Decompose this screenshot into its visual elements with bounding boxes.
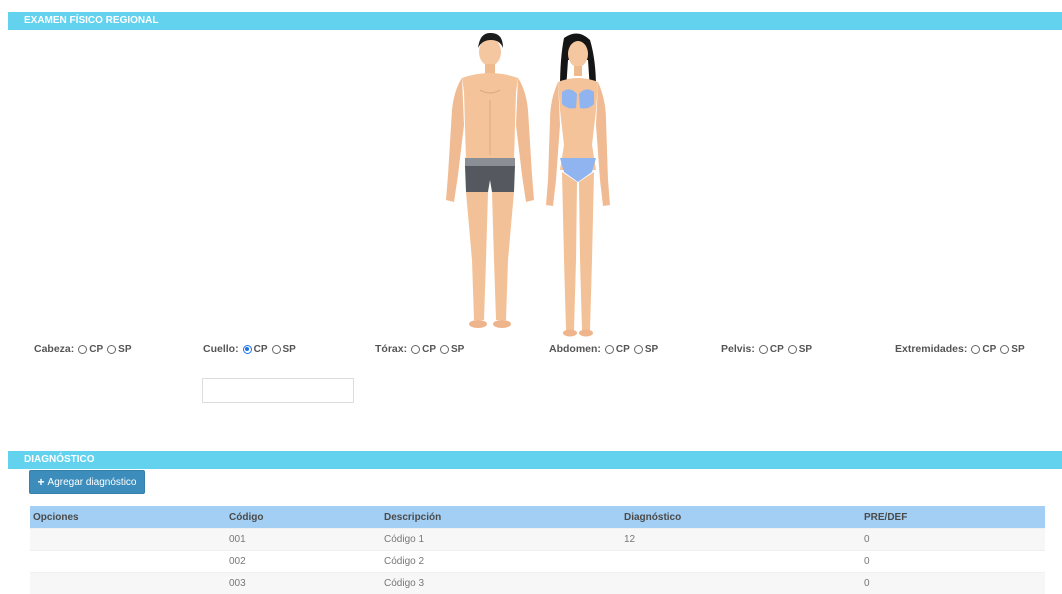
region-abdomen: Abdomen: CP SP	[549, 343, 660, 355]
table-header-row: Opciones Código Descripción Diagnóstico …	[30, 506, 1045, 529]
option-label: SP	[1011, 344, 1024, 355]
cell-codigo: 002	[226, 551, 381, 573]
cabeza-cp-radio[interactable]	[78, 345, 87, 354]
extremidades-sp-radio[interactable]	[1000, 345, 1009, 354]
cell-pre-def: 0	[861, 551, 1045, 573]
region-cabeza: Cabeza: CP SP	[34, 343, 134, 355]
cell-opciones	[30, 551, 226, 573]
diagnosis-header: DIAGNÓSTICO	[8, 451, 1062, 469]
cell-opciones	[30, 529, 226, 551]
option-label: SP	[283, 344, 296, 355]
region-label: Cuello:	[203, 343, 239, 355]
neck-observation-input[interactable]	[202, 378, 354, 403]
cell-descripcion: Código 2	[381, 551, 621, 573]
option-label: CP	[422, 344, 436, 355]
physical-exam-header: EXAMEN FÍSICO REGIONAL	[8, 12, 1062, 30]
cell-codigo: 001	[226, 529, 381, 551]
cell-diagnostico: 12	[621, 529, 861, 551]
table-row[interactable]: 003 Código 3 0	[30, 573, 1045, 594]
plus-icon: +	[38, 475, 45, 489]
option-label: SP	[451, 344, 464, 355]
cell-opciones	[30, 573, 226, 594]
option-label: CP	[616, 344, 630, 355]
cabeza-sp-radio[interactable]	[107, 345, 116, 354]
body-region-selector: Cabeza: CP SP Cuello: CP SP Tórax: CP SP…	[0, 343, 1062, 367]
col-diagnostico[interactable]: Diagnóstico	[621, 506, 861, 529]
cell-pre-def: 0	[861, 573, 1045, 594]
option-label: SP	[118, 344, 131, 355]
region-label: Pelvis:	[721, 343, 755, 355]
option-label: CP	[982, 344, 996, 355]
cell-descripcion: Código 1	[381, 529, 621, 551]
region-label: Cabeza:	[34, 343, 74, 355]
table-row[interactable]: 002 Código 2 0	[30, 551, 1045, 573]
option-label: CP	[770, 344, 784, 355]
body-figures-image	[440, 30, 630, 340]
region-pelvis: Pelvis: CP SP	[721, 343, 814, 355]
cell-diagnostico	[621, 551, 861, 573]
region-extremidades: Extremidades: CP SP	[895, 343, 1027, 355]
abdomen-sp-radio[interactable]	[634, 345, 643, 354]
torax-sp-radio[interactable]	[440, 345, 449, 354]
table-row[interactable]: 001 Código 1 12 0	[30, 529, 1045, 551]
col-codigo[interactable]: Código	[226, 506, 381, 529]
add-diagnosis-label: Agregar diagnóstico	[48, 477, 137, 488]
torax-cp-radio[interactable]	[411, 345, 420, 354]
region-label: Abdomen:	[549, 343, 601, 355]
option-label: SP	[799, 344, 812, 355]
region-label: Extremidades:	[895, 343, 967, 355]
cuello-sp-radio[interactable]	[272, 345, 281, 354]
male-figure	[446, 33, 534, 328]
cell-codigo: 003	[226, 573, 381, 594]
option-label: SP	[645, 344, 658, 355]
cuello-cp-radio[interactable]	[243, 345, 252, 354]
option-label: CP	[254, 344, 268, 355]
pelvis-sp-radio[interactable]	[788, 345, 797, 354]
col-pre-def[interactable]: PRE/DEF	[861, 506, 1045, 529]
cell-diagnostico	[621, 573, 861, 594]
diagnosis-table: Opciones Código Descripción Diagnóstico …	[30, 506, 1045, 594]
region-label: Tórax:	[375, 343, 407, 355]
pelvis-cp-radio[interactable]	[759, 345, 768, 354]
cell-pre-def: 0	[861, 529, 1045, 551]
cell-descripcion: Código 3	[381, 573, 621, 594]
option-label: CP	[89, 344, 103, 355]
region-torax: Tórax: CP SP	[375, 343, 466, 355]
col-opciones[interactable]: Opciones	[30, 506, 226, 529]
region-cuello: Cuello: CP SP	[203, 343, 298, 355]
abdomen-cp-radio[interactable]	[605, 345, 614, 354]
female-figure	[546, 33, 610, 336]
col-descripcion[interactable]: Descripción	[381, 506, 621, 529]
extremidades-cp-radio[interactable]	[971, 345, 980, 354]
add-diagnosis-button[interactable]: + Agregar diagnóstico	[29, 470, 145, 494]
